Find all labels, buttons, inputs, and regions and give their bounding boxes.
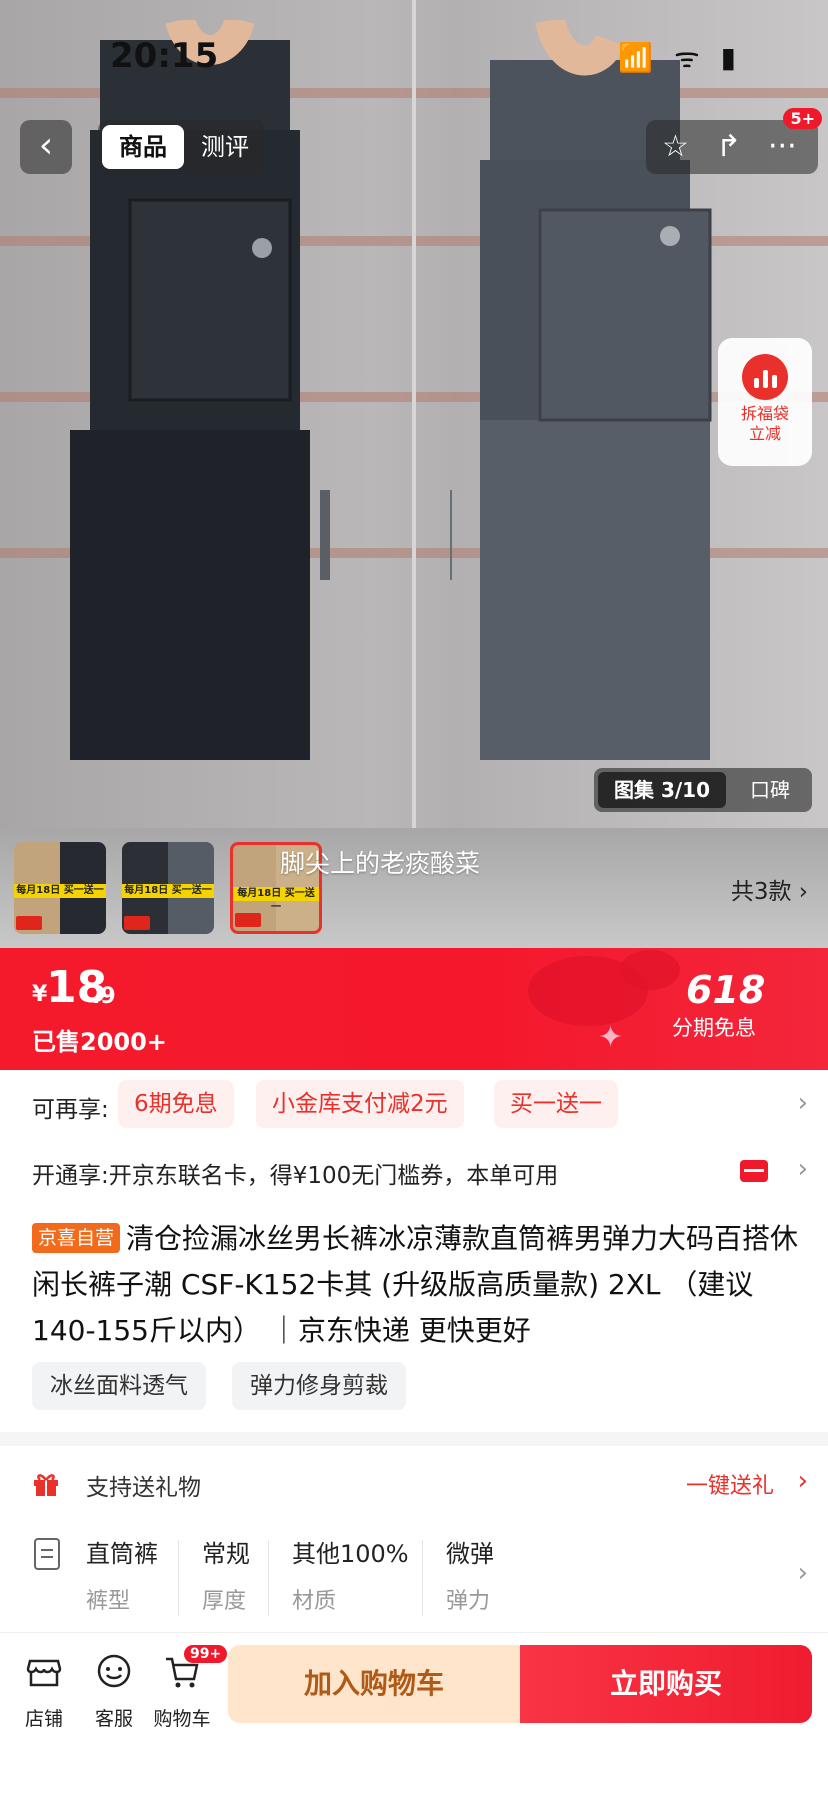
back-button[interactable]: ‹ (20, 120, 72, 174)
extra-benefits-label: 可再享: (32, 1097, 109, 1123)
buy-now-button[interactable]: 立即购买 (520, 1645, 812, 1723)
gift-row[interactable]: 支持送礼物 一键送礼 › (0, 1452, 828, 1516)
extra-benefits-row[interactable]: 可再享: 6期免息 小金库支付减2元 买一送一 › (0, 1070, 828, 1138)
status-icons: 📶 ᯤ ▮ (618, 41, 742, 74)
cobrand-card-row[interactable]: 开通享:开京东联名卡，得¥100无门槛券，本单可用 › (0, 1138, 828, 1206)
more-icon[interactable]: ··· (768, 128, 797, 166)
promo-618: 618 (686, 968, 766, 1012)
chat-face-icon (97, 1654, 131, 1688)
gallery-counter[interactable]: 图集 3/10 (598, 772, 727, 808)
tab-product[interactable]: 商品 (102, 125, 184, 169)
product-title-text: 清仓捡漏冰丝男长裤冰凉薄款直筒裤男弹力大码百搭休闲长裤子潮 CSF-K152卡其… (32, 1222, 799, 1347)
chevron-right-icon: › (797, 1088, 808, 1118)
chevron-right-icon: › (797, 1154, 808, 1184)
thumb-caption: 脚尖上的老痰酸菜 (280, 849, 481, 878)
benefit-pill-pay-discount[interactable]: 小金库支付减2元 (256, 1080, 464, 1128)
lucky-bag-line1: 拆福袋 (740, 404, 789, 423)
favorite-star-icon[interactable]: ☆ (662, 128, 689, 166)
lucky-bag-line2: 立减 (748, 424, 781, 443)
credit-card-icon (740, 1160, 768, 1182)
store-icon (26, 1659, 62, 1687)
spec-stretch: 微弹 弹力 (446, 1540, 494, 1614)
product-title: 京喜自营 清仓捡漏冰丝男长裤冰凉薄款直筒裤男弹力大码百搭休闲长裤子潮 CSF-K1… (32, 1216, 802, 1354)
cobrand-card-text: 开通享:开京东联名卡，得¥100无门槛券，本单可用 (32, 1163, 559, 1189)
spec-row[interactable]: 直筒裤 裤型 常规 厚度 其他100% 材质 微弹 弹力 › (0, 1520, 828, 1630)
review-gallery-tab[interactable]: 口碑 (750, 768, 790, 812)
lucky-bag-card[interactable]: 拆福袋 立减 (718, 338, 812, 466)
add-to-cart-button[interactable]: 加入购物车 (228, 1645, 520, 1723)
feature-tag-breathable: 冰丝面料透气 (32, 1362, 206, 1410)
bottom-action-bar: 店铺 客服 99+ 购物车 加入购物车 立即购买 (0, 1632, 828, 1795)
send-gift-link[interactable]: 一键送礼 (686, 1468, 774, 1500)
store-button[interactable]: 店铺 (4, 1651, 84, 1731)
style-count[interactable]: 共3款 › (731, 872, 808, 906)
thumbnail-style-2[interactable]: 每月18日 买一送一 (122, 842, 214, 934)
product-detail-page: 20:15 📶 ᯤ ▮ ‹ 商品 测评 ☆ ↱ ··· 5+ 拆福袋 立减 图集… (0, 0, 828, 1795)
price-banner: ¥ 18 .9 已售2000+ ✦ 618 分期免息 (0, 948, 828, 1070)
document-icon (34, 1538, 60, 1570)
jingxi-self-operated-badge: 京喜自营 (32, 1223, 121, 1253)
price-decimal: .9 (92, 984, 116, 1009)
sparkle-icon: ✦ (598, 1020, 624, 1055)
chevron-right-icon: › (797, 1558, 808, 1588)
gallery-switch: 图集 3/10 口碑 (594, 768, 812, 812)
cart-button[interactable]: 99+ 购物车 (142, 1645, 228, 1731)
chevron-right-icon: › (797, 1466, 808, 1496)
benefit-pill-bogo[interactable]: 买一送一 (494, 1080, 618, 1128)
sold-count: 已售2000+ (32, 1028, 167, 1056)
lucky-bag-icon (742, 354, 788, 400)
section-divider (0, 1432, 828, 1446)
product-image-carousel[interactable]: 20:15 📶 ᯤ ▮ ‹ 商品 测评 ☆ ↱ ··· 5+ 拆福袋 立减 图集… (0, 0, 828, 828)
store-label: 店铺 (24, 1708, 63, 1730)
benefit-pill-installment[interactable]: 6期免息 (118, 1080, 234, 1128)
gift-label: 支持送礼物 (86, 1475, 201, 1501)
spec-material: 其他100% 材质 (292, 1540, 409, 1614)
promo-installment: 分期免息 (672, 1016, 756, 1040)
gift-icon (34, 1474, 58, 1496)
tab-review[interactable]: 测评 (192, 125, 258, 169)
cart-label: 购物车 (153, 1708, 211, 1730)
top-actions: ☆ ↱ ··· 5+ (646, 108, 822, 174)
more-badge: 5+ (783, 108, 822, 129)
cart-count-badge: 99+ (184, 1645, 228, 1663)
feature-tag-stretch: 弹力修身剪裁 (232, 1362, 406, 1410)
spec-thickness: 常规 厚度 (202, 1540, 250, 1614)
thumbnail-style-1[interactable]: 每月18日 买一送一 (14, 842, 106, 934)
share-icon[interactable]: ↱ (716, 128, 741, 166)
spec-fit: 直筒裤 裤型 (86, 1540, 158, 1614)
tab-group: 商品 测评 (98, 120, 264, 174)
status-time: 20:15 (110, 36, 219, 76)
